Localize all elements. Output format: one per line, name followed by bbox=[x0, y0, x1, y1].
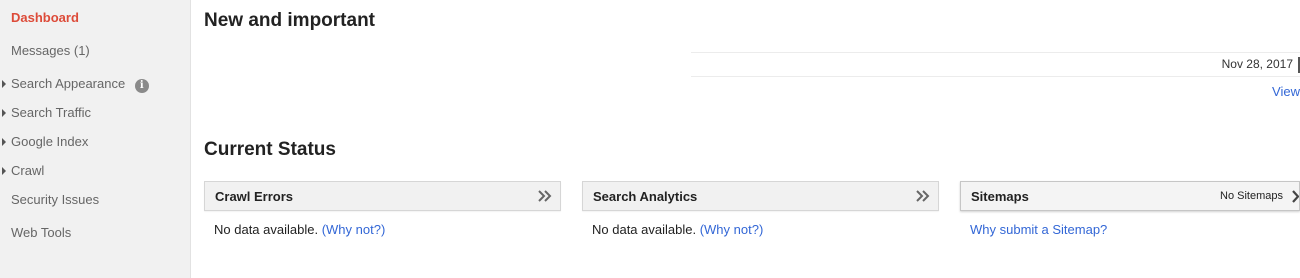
sidebar: Dashboard Messages (1) Search Appearance… bbox=[0, 0, 191, 278]
new-and-important-title: New and important bbox=[204, 10, 376, 31]
expand-caret-icon bbox=[2, 80, 6, 88]
current-status-title: Current Status bbox=[204, 139, 336, 160]
sidebar-item-label: Web Tools bbox=[11, 225, 72, 240]
crawl-errors-body: No data available. (Why not?) bbox=[214, 222, 385, 237]
no-data-text: No data available. bbox=[592, 222, 697, 237]
sidebar-item-label: Dashboard bbox=[11, 10, 79, 25]
sidebar-item-label: Messages (1) bbox=[11, 43, 90, 58]
message-row[interactable]: Nov 28, 2017 bbox=[691, 52, 1300, 77]
crawl-errors-title: Crawl Errors bbox=[215, 189, 294, 204]
sidebar-item-search-traffic[interactable]: Search Traffic bbox=[2, 105, 91, 120]
sidebar-item-label: Search Appearance bbox=[11, 76, 126, 91]
expand-caret-icon bbox=[2, 109, 6, 117]
sidebar-item-dashboard[interactable]: Dashboard bbox=[11, 10, 79, 25]
sidebar-item-crawl[interactable]: Crawl bbox=[2, 163, 45, 178]
sidebar-item-messages[interactable]: Messages (1) bbox=[11, 43, 90, 58]
message-date: Nov 28, 2017 bbox=[1221, 57, 1293, 71]
search-analytics-title: Search Analytics bbox=[593, 189, 698, 204]
sitemaps-title: Sitemaps bbox=[971, 189, 1029, 204]
why-not-link[interactable]: (Why not?) bbox=[322, 222, 386, 237]
sitemaps-card-header[interactable]: Sitemaps No Sitemaps bbox=[960, 181, 1300, 211]
view-messages-link[interactable]: View bbox=[1272, 84, 1300, 99]
chevron-right-icon[interactable] bbox=[1291, 190, 1299, 203]
sidebar-item-label: Search Traffic bbox=[11, 105, 91, 120]
sidebar-item-web-tools[interactable]: Web Tools bbox=[11, 225, 71, 240]
info-icon[interactable]: i bbox=[134, 79, 149, 93]
expand-caret-icon bbox=[2, 167, 6, 175]
crawl-errors-card-header[interactable]: Crawl Errors bbox=[204, 181, 561, 211]
sitemaps-body: Why submit a Sitemap? bbox=[970, 222, 1107, 237]
no-data-text: No data available. bbox=[214, 222, 319, 237]
search-analytics-card-header[interactable]: Search Analytics bbox=[582, 181, 939, 211]
expand-caret-icon bbox=[2, 138, 6, 146]
sidebar-item-security-issues[interactable]: Security Issues bbox=[11, 192, 99, 207]
sidebar-item-label: Security Issues bbox=[11, 192, 100, 207]
sidebar-item-label: Crawl bbox=[11, 163, 45, 178]
sidebar-item-search-appearance[interactable]: Search Appearance i bbox=[2, 76, 149, 93]
sidebar-item-google-index[interactable]: Google Index bbox=[2, 134, 89, 149]
sitemaps-status: No Sitemaps bbox=[1220, 190, 1283, 202]
sidebar-item-label: Google Index bbox=[11, 134, 89, 149]
why-not-link[interactable]: (Why not?) bbox=[700, 222, 764, 237]
search-analytics-body: No data available. (Why not?) bbox=[592, 222, 763, 237]
double-chevron-right-icon[interactable] bbox=[915, 189, 931, 203]
why-submit-sitemap-link[interactable]: Why submit a Sitemap? bbox=[970, 222, 1107, 237]
double-chevron-right-icon[interactable] bbox=[537, 189, 553, 203]
